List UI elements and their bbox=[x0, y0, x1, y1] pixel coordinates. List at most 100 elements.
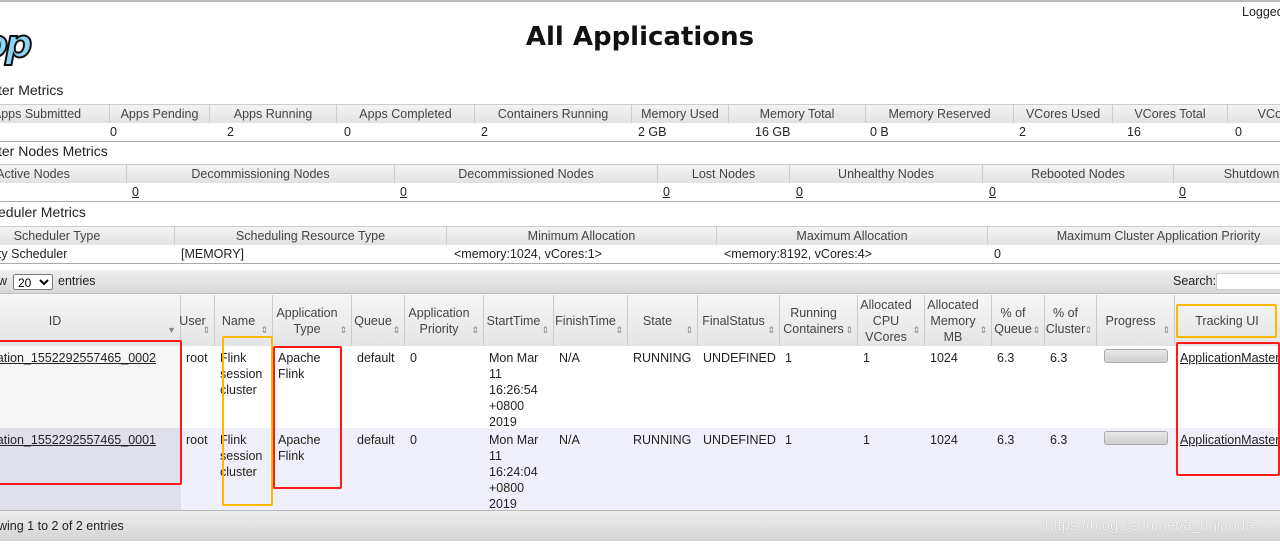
page-size-select[interactable]: 20 bbox=[13, 274, 53, 290]
application-id-link[interactable]: lication_1552292557465_0001 bbox=[0, 428, 185, 452]
metric-value: <memory:8192, vCores:4> bbox=[724, 247, 872, 261]
metric-header: Memory Total bbox=[729, 104, 866, 123]
sort-icon[interactable]: ⇕ bbox=[541, 322, 549, 338]
tracking-ui-link[interactable]: ApplicationMaster bbox=[1175, 428, 1280, 452]
column-header-progress[interactable]: Progress ⇕ bbox=[1097, 295, 1175, 346]
column-header-start-time[interactable]: StartTime ⇕ bbox=[484, 295, 554, 346]
column-header-queue[interactable]: Queue ⇕ bbox=[352, 295, 405, 346]
column-header-final-status[interactable]: FinalStatus ⇕ bbox=[698, 295, 780, 346]
sort-icon[interactable]: ⇕ bbox=[392, 322, 400, 338]
column-header-user[interactable]: User ⇕ bbox=[179, 295, 215, 346]
metric-header: Apps Completed bbox=[337, 104, 475, 123]
sort-desc-icon[interactable]: ▼ bbox=[167, 322, 176, 338]
metric-value-link[interactable]: 0 bbox=[796, 184, 803, 201]
divider bbox=[0, 201, 1280, 202]
sort-icon[interactable]: ⇕ bbox=[767, 322, 775, 338]
top-border bbox=[0, 0, 1280, 2]
metric-header: Unhealthy Nodes bbox=[790, 164, 983, 183]
metric-header: Minimum Allocation bbox=[447, 226, 717, 245]
cell-user: root bbox=[186, 433, 208, 447]
metric-value-link[interactable]: 0 bbox=[989, 184, 996, 201]
column-label: Application Priority bbox=[408, 305, 470, 336]
metric-value-link[interactable]: 0 bbox=[1179, 184, 1186, 201]
column-header-tracking-ui[interactable]: Tracking UI⇕ bbox=[1175, 295, 1280, 346]
sort-icon[interactable]: ⇕ bbox=[1032, 322, 1040, 338]
cell-state: RUNNING bbox=[633, 433, 692, 447]
column-header-allocated-memory[interactable]: Allocated Memory MB ⇕ bbox=[925, 295, 992, 346]
search-input[interactable] bbox=[1216, 273, 1280, 290]
cell-name: Flink session cluster bbox=[220, 351, 263, 397]
entries-label: entries bbox=[58, 274, 96, 288]
cell-start-time: Mon Mar 11 16:24:04 +0800 2019 bbox=[489, 433, 539, 511]
cell-allocated-vcores: 1 bbox=[863, 433, 870, 447]
cell-priority: 0 bbox=[410, 433, 417, 447]
cell-queue: default bbox=[357, 351, 395, 365]
cell-pct-cluster: 6.3 bbox=[1050, 351, 1068, 365]
sort-icon[interactable]: ⇕ bbox=[1162, 322, 1170, 338]
sort-icon[interactable]: ⇕ bbox=[202, 322, 210, 338]
cell-running-containers: 1 bbox=[785, 433, 792, 447]
column-header-name[interactable]: Name ⇕ bbox=[215, 295, 273, 346]
sort-icon[interactable]: ⇕ bbox=[615, 322, 623, 338]
logged-in-text: Logged bbox=[1242, 5, 1280, 19]
metric-value-link[interactable]: 0 bbox=[132, 184, 139, 201]
metric-header: VCores Used bbox=[1014, 104, 1113, 123]
cell-pct-queue: 6.3 bbox=[997, 351, 1015, 365]
metric-value: 0 bbox=[110, 125, 117, 139]
metric-header: VCores bbox=[1228, 104, 1280, 123]
metric-value: 2 GB bbox=[638, 125, 667, 139]
column-header-running-containers[interactable]: Running Containers ⇕ bbox=[780, 295, 858, 346]
cell-application-type: Apache Flink bbox=[278, 433, 321, 463]
cell-name: Flink session cluster bbox=[220, 433, 263, 479]
column-label: Progress bbox=[1105, 313, 1156, 328]
column-header-allocated-vcores[interactable]: Allocated CPU VCores ⇕ bbox=[858, 295, 925, 346]
sort-icon[interactable]: ⇕ bbox=[339, 322, 347, 338]
column-header-state[interactable]: State ⇕ bbox=[628, 295, 698, 346]
metric-value-link[interactable]: 0 bbox=[663, 184, 670, 201]
cell-start-time: Mon Mar 11 16:26:54 +0800 2019 bbox=[489, 351, 539, 429]
column-header-priority[interactable]: Application Priority ⇕ bbox=[405, 295, 484, 346]
application-id-link[interactable]: lication_1552292557465_0002 bbox=[0, 346, 185, 370]
metric-header: VCores Total bbox=[1113, 104, 1228, 123]
sort-icon[interactable]: ⇕ bbox=[685, 322, 693, 338]
column-label: State bbox=[642, 313, 673, 328]
sort-icon[interactable]: ⇕ bbox=[260, 322, 268, 338]
cell-allocated-memory: 1024 bbox=[930, 351, 958, 365]
metric-value: 16 GB bbox=[755, 125, 791, 139]
cell-state: RUNNING bbox=[633, 351, 692, 365]
metric-header: Containers Running bbox=[475, 104, 632, 123]
column-label: Application Type bbox=[276, 305, 338, 336]
metric-header: Apps Pending bbox=[110, 104, 210, 123]
sort-icon[interactable]: ⇕ bbox=[912, 322, 920, 338]
column-header-finish-time[interactable]: FinishTime ⇕ bbox=[554, 295, 628, 346]
divider bbox=[0, 141, 1280, 142]
tracking-ui-link[interactable]: ApplicationMaster bbox=[1175, 346, 1280, 370]
column-label: StartTime bbox=[486, 313, 541, 328]
metric-value: 0 bbox=[1235, 125, 1242, 139]
column-label: Running Containers bbox=[783, 305, 844, 336]
progress-bar bbox=[1104, 431, 1168, 445]
metric-header: Shutdown bbox=[1174, 164, 1280, 183]
column-header-pct-queue[interactable]: % of Queue ⇕ bbox=[992, 295, 1045, 346]
metric-value: 2 bbox=[1019, 125, 1026, 139]
sort-icon[interactable]: ⇕ bbox=[979, 322, 987, 338]
sort-icon[interactable]: ⇕ bbox=[1084, 322, 1092, 338]
metric-value-link[interactable]: 0 bbox=[400, 184, 407, 201]
sort-icon[interactable]: ⇕ bbox=[471, 322, 479, 338]
column-label: Tracking UI bbox=[1195, 313, 1259, 328]
show-label: w bbox=[0, 274, 8, 288]
column-header-id[interactable]: ID ▼ bbox=[0, 295, 181, 346]
sort-icon[interactable]: ⇕ bbox=[845, 322, 853, 338]
cell-user: root bbox=[186, 351, 208, 365]
entries-info: wing 1 to 2 of 2 entries bbox=[0, 519, 124, 533]
metric-header: Maximum Cluster Application Priority bbox=[988, 226, 1280, 245]
metric-header: Active Nodes bbox=[0, 164, 127, 183]
progress-bar bbox=[1104, 349, 1168, 363]
cell-finish-time: N/A bbox=[559, 351, 580, 365]
column-label: Allocated CPU VCores bbox=[860, 297, 912, 344]
metric-value: pacity Scheduler bbox=[0, 247, 68, 261]
column-header-pct-cluster[interactable]: % of Cluster ⇕ bbox=[1045, 295, 1097, 346]
cell-pct-queue: 6.3 bbox=[997, 433, 1015, 447]
cluster-metrics-heading: ter Metrics bbox=[0, 82, 64, 98]
column-header-application-type[interactable]: Application Type ⇕ bbox=[273, 295, 352, 346]
